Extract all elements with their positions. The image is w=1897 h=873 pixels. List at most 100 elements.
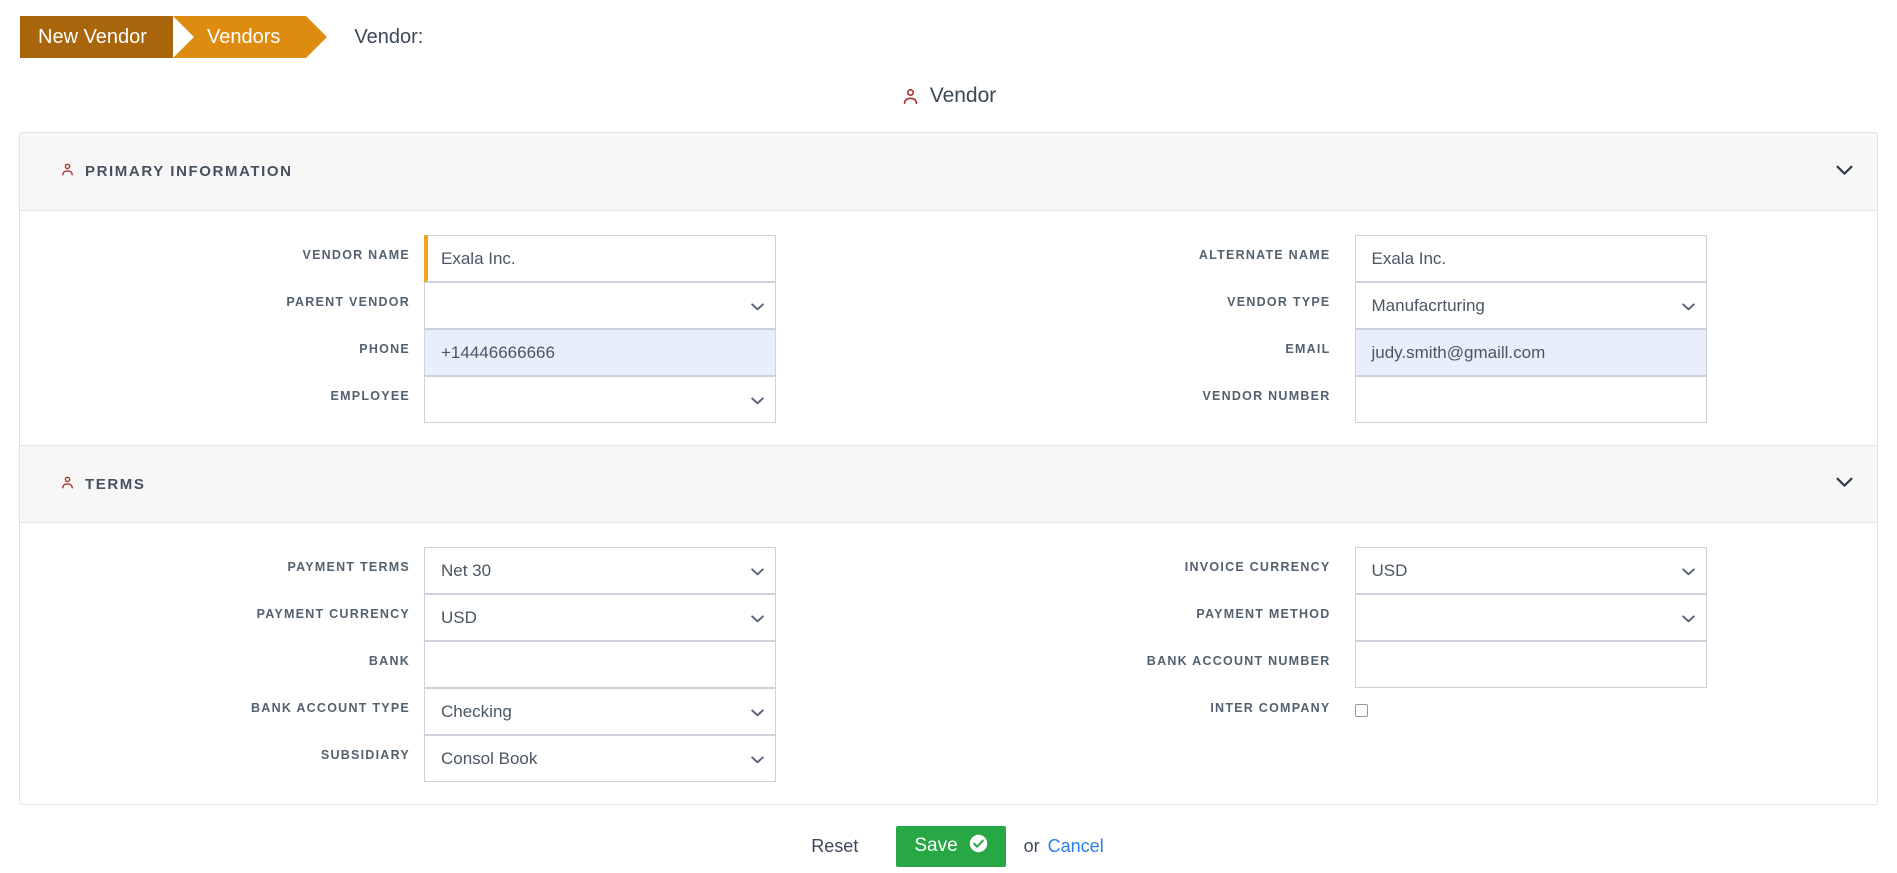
chevron-down-icon xyxy=(751,702,764,722)
breadcrumb-step-new-vendor[interactable]: New Vendor xyxy=(20,16,194,58)
field-row-payment-terms: Payment Terms Net 30 xyxy=(20,547,949,594)
field-row-bank-account-number: Bank Account Number xyxy=(949,641,1878,688)
reset-button[interactable]: Reset xyxy=(793,826,876,867)
breadcrumb-step-vendors[interactable]: Vendors xyxy=(172,16,328,58)
field-row-alternate-name: Alternate Name Exala Inc. xyxy=(949,235,1878,282)
field-row-parent-vendor: Parent Vendor xyxy=(20,282,949,329)
label-invoice-currency: Invoice Currency xyxy=(1184,560,1331,574)
chevron-down-icon[interactable] xyxy=(1836,475,1853,493)
breadcrumb: New Vendor Vendors Vendor: xyxy=(0,0,1897,74)
field-row-payment-method: Payment Method xyxy=(949,594,1878,641)
label-payment-terms: Payment Terms xyxy=(287,560,410,574)
field-row-invoice-currency: Invoice Currency USD xyxy=(949,547,1878,594)
label-payment-method: Payment Method xyxy=(1196,607,1331,621)
field-row-employee: Employee xyxy=(20,376,949,423)
section-title-terms: Terms xyxy=(60,475,146,494)
field-row-payment-currency: Payment Currency USD xyxy=(20,594,949,641)
value-vendor-type: Manufacrturing xyxy=(1371,295,1485,315)
field-row-bank: Bank xyxy=(20,641,949,688)
primary-left-column: Vendor Name Exala Inc. Parent Vendor Pho… xyxy=(20,235,949,423)
label-bank-account-number: Bank Account Number xyxy=(1146,654,1331,668)
select-parent-vendor[interactable] xyxy=(424,282,776,329)
label-inter-company: Inter Company xyxy=(1210,701,1331,715)
value-bank-account-type: Checking xyxy=(441,701,512,721)
label-payment-currency: Payment Currency xyxy=(256,607,410,621)
input-vendor-number[interactable] xyxy=(1354,376,1707,423)
select-subsidiary[interactable]: Consol Book xyxy=(424,735,776,782)
select-payment-currency[interactable]: USD xyxy=(424,594,776,641)
inter-company-checkbox-wrap xyxy=(1354,688,1368,727)
label-alternate-name: Alternate Name xyxy=(1198,248,1331,262)
select-payment-method[interactable] xyxy=(1354,594,1707,641)
select-vendor-type[interactable]: Manufacrturing xyxy=(1354,282,1707,329)
select-employee[interactable] xyxy=(424,376,776,423)
terms-left-column: Payment Terms Net 30 Payment Currency US… xyxy=(20,547,949,782)
vendor-form-card: Primary Information Vendor Name Exala In… xyxy=(19,132,1878,805)
section-body-terms: Payment Terms Net 30 Payment Currency US… xyxy=(20,523,1877,804)
value-payment-terms: Net 30 xyxy=(441,560,492,580)
field-row-vendor-number: Vendor Number xyxy=(949,376,1878,423)
breadcrumb-record-label: Vendor: xyxy=(354,25,424,48)
value-subsidiary: Consol Book xyxy=(441,748,538,768)
terms-right-column: Invoice Currency USD Payment Method xyxy=(949,547,1878,782)
select-payment-terms[interactable]: Net 30 xyxy=(424,547,776,594)
save-button[interactable]: Save xyxy=(896,825,1006,867)
input-alternate-name[interactable]: Exala Inc. xyxy=(1354,235,1707,282)
record-title-text: Vendor xyxy=(929,84,997,107)
cancel-link[interactable]: Cancel xyxy=(1048,836,1104,857)
chevron-down-icon xyxy=(751,608,764,628)
value-phone: +14446666666 xyxy=(441,342,555,362)
person-icon xyxy=(60,162,75,181)
field-row-vendor-name: Vendor Name Exala Inc. xyxy=(20,235,949,282)
select-bank-account-type[interactable]: Checking xyxy=(424,688,776,735)
form-actions: Reset Save or Cancel xyxy=(0,811,1897,873)
label-phone: Phone xyxy=(359,342,410,356)
label-vendor-type: Vendor Type xyxy=(1227,295,1331,309)
chevron-down-icon xyxy=(1681,296,1695,316)
label-parent-vendor: Parent Vendor xyxy=(286,295,410,309)
section-body-primary-information: Vendor Name Exala Inc. Parent Vendor Pho… xyxy=(20,211,1877,445)
value-alternate-name: Exala Inc. xyxy=(1371,248,1447,268)
label-vendor-name: Vendor Name xyxy=(302,248,410,262)
field-row-bank-account-type: Bank Account Type Checking xyxy=(20,688,949,735)
person-icon xyxy=(901,87,920,106)
section-title-text: Terms xyxy=(85,475,146,493)
value-invoice-currency: USD xyxy=(1371,560,1408,580)
label-bank: Bank xyxy=(368,654,410,668)
check-circle-icon xyxy=(969,834,988,859)
input-phone[interactable]: +14446666666 xyxy=(424,329,776,376)
input-bank-account-number[interactable] xyxy=(1354,641,1707,688)
primary-right-column: Alternate Name Exala Inc. Vendor Type Ma… xyxy=(949,235,1878,423)
label-subsidiary: Subsidiary xyxy=(320,748,410,762)
input-email[interactable]: judy.smith@gmaill.com xyxy=(1354,329,1707,376)
record-header: Vendor xyxy=(0,74,1897,118)
section-header-terms[interactable]: Terms xyxy=(20,445,1877,523)
chevron-down-icon xyxy=(751,561,764,581)
chevron-down-icon xyxy=(751,749,764,769)
breadcrumb-step-new-vendor-label: New Vendor xyxy=(38,25,147,48)
person-icon xyxy=(60,475,75,494)
label-vendor-number: Vendor Number xyxy=(1202,389,1331,403)
field-row-inter-company: Inter Company xyxy=(949,688,1878,735)
input-bank[interactable] xyxy=(424,641,776,688)
or-label: or xyxy=(1023,835,1040,856)
label-bank-account-type: Bank Account Type xyxy=(251,701,410,715)
breadcrumb-step-vendors-label: Vendors xyxy=(206,25,281,48)
value-email: judy.smith@gmaill.com xyxy=(1371,342,1546,362)
label-email: Email xyxy=(1285,342,1331,356)
select-invoice-currency[interactable]: USD xyxy=(1354,547,1707,594)
input-vendor-name[interactable]: Exala Inc. xyxy=(424,235,776,282)
chevron-down-icon[interactable] xyxy=(1836,163,1853,181)
chevron-down-icon xyxy=(1681,561,1695,581)
label-employee: Employee xyxy=(330,389,410,403)
field-row-email: Email judy.smith@gmaill.com xyxy=(949,329,1878,376)
value-vendor-name: Exala Inc. xyxy=(441,248,516,268)
field-row-phone: Phone +14446666666 xyxy=(20,329,949,376)
checkbox-inter-company[interactable] xyxy=(1354,704,1368,717)
chevron-down-icon xyxy=(751,390,764,410)
value-payment-currency: USD xyxy=(441,607,477,627)
section-title-primary-information: Primary Information xyxy=(60,162,293,181)
section-title-text: Primary Information xyxy=(85,163,293,180)
section-header-primary-information[interactable]: Primary Information xyxy=(20,133,1877,211)
field-row-subsidiary: Subsidiary Consol Book xyxy=(20,735,949,782)
